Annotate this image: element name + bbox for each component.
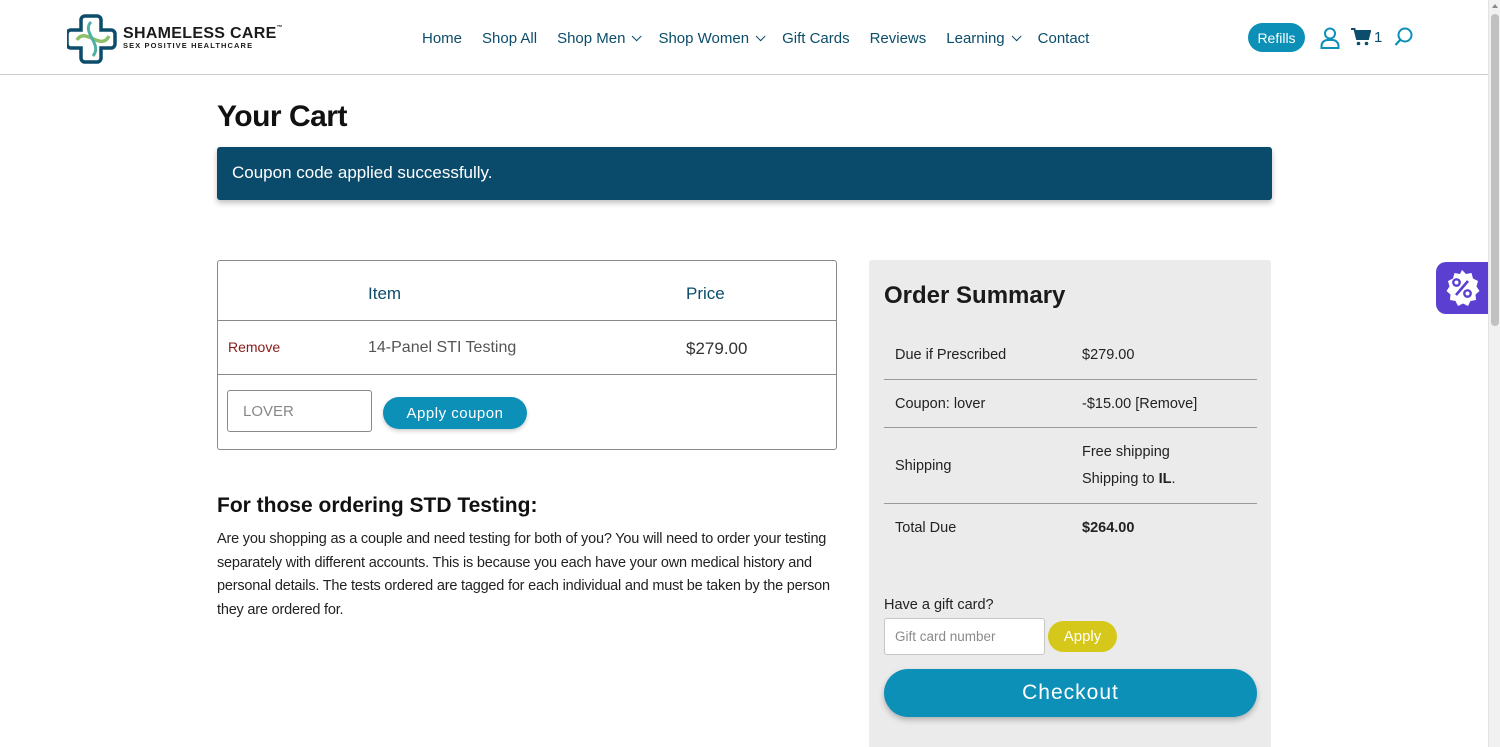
success-notice: Coupon code applied successfully. (217, 147, 1272, 200)
coupon-code-input[interactable]: LOVER (227, 390, 372, 432)
scroll-up-arrow-icon[interactable] (1492, 4, 1498, 8)
chevron-down-icon (1011, 30, 1022, 41)
site-header: SHAMELESS CARE™ SEX POSITIVE HEALTHCARE … (0, 0, 1488, 75)
order-summary: Order Summary Due if Prescribed $279.00 … (869, 260, 1271, 747)
summary-row-due: Due if Prescribed $279.00 (884, 330, 1257, 380)
summary-row-shipping: Shipping Free shipping Shipping to IL. (884, 428, 1257, 504)
column-header-price: Price (686, 284, 725, 303)
summary-row-total: Total Due $264.00 (884, 504, 1257, 554)
summary-row-coupon: Coupon: lover -$15.00 [Remove] (884, 380, 1257, 428)
due-label: Due if Prescribed (895, 347, 1007, 363)
cart-table-header: Item Price (218, 261, 836, 321)
search-icon[interactable] (1394, 27, 1414, 47)
gift-card-label: Have a gift card? (884, 597, 994, 613)
nav-reviews[interactable]: Reviews (870, 28, 927, 48)
scrollbar-thumb[interactable] (1491, 14, 1499, 326)
nav-shop-all[interactable]: Shop All (482, 28, 537, 48)
total-label: Total Due (895, 520, 957, 536)
checkout-button[interactable]: Checkout (884, 669, 1257, 717)
nav-learning[interactable]: Learning (946, 28, 1022, 48)
gift-card-input[interactable]: Gift card number (884, 618, 1045, 655)
logo[interactable]: SHAMELESS CARE™ SEX POSITIVE HEALTHCARE (67, 12, 287, 64)
gift-card-apply-button[interactable]: Apply (1048, 621, 1117, 652)
coupon-label: Coupon: lover (895, 396, 986, 412)
percent-badge-icon (1446, 270, 1480, 306)
chevron-down-icon (632, 30, 643, 41)
logo-cross-icon (67, 14, 117, 64)
chevron-down-icon (755, 30, 766, 41)
item-price: $279.00 (686, 339, 748, 358)
remove-item-link[interactable]: Remove (228, 339, 280, 355)
apply-coupon-button[interactable]: Apply coupon (383, 397, 527, 429)
refills-button[interactable]: Refills (1248, 23, 1305, 52)
nav-contact[interactable]: Contact (1038, 28, 1090, 48)
nav-home[interactable]: Home (422, 28, 462, 48)
shipping-method: Free shipping (1082, 444, 1170, 460)
brand-tagline: SEX POSITIVE HEALTHCARE (123, 41, 254, 50)
due-value: $279.00 (1082, 347, 1135, 363)
remove-coupon-link[interactable]: [Remove] (1135, 396, 1197, 412)
nav-shop-men[interactable]: Shop Men (557, 28, 643, 48)
coupon-value: -$15.00 [Remove] (1082, 396, 1198, 412)
shipping-label: Shipping (895, 458, 952, 474)
page-scrollbar[interactable] (1488, 0, 1500, 747)
item-name[interactable]: 14-Panel STI Testing (368, 339, 516, 357)
cart-count[interactable]: 1 (1374, 29, 1382, 46)
column-header-item: Item (368, 284, 402, 303)
main-nav: Home Shop All Shop Men Shop Women Gift C… (422, 28, 1109, 48)
table-row: Remove 14-Panel STI Testing $279.00 (218, 321, 836, 375)
cart-table: Item Price Remove 14-Panel STI Testing $… (217, 260, 837, 450)
discount-widget[interactable] (1436, 262, 1488, 314)
shipping-destination: Shipping to IL. (1082, 471, 1176, 487)
page-title: Your Cart (217, 100, 347, 133)
notice-text: Coupon code applied successfully. (232, 163, 493, 182)
cart-icon[interactable] (1351, 28, 1371, 46)
order-summary-title: Order Summary (884, 282, 1066, 309)
user-icon[interactable] (1320, 27, 1340, 49)
std-info-text: Are you shopping as a couple and need te… (217, 531, 830, 618)
total-value: $264.00 (1082, 520, 1135, 536)
nav-shop-women[interactable]: Shop Women (658, 28, 766, 48)
std-heading: For those ordering STD Testing: (217, 494, 538, 517)
nav-gift-cards[interactable]: Gift Cards (782, 28, 850, 48)
